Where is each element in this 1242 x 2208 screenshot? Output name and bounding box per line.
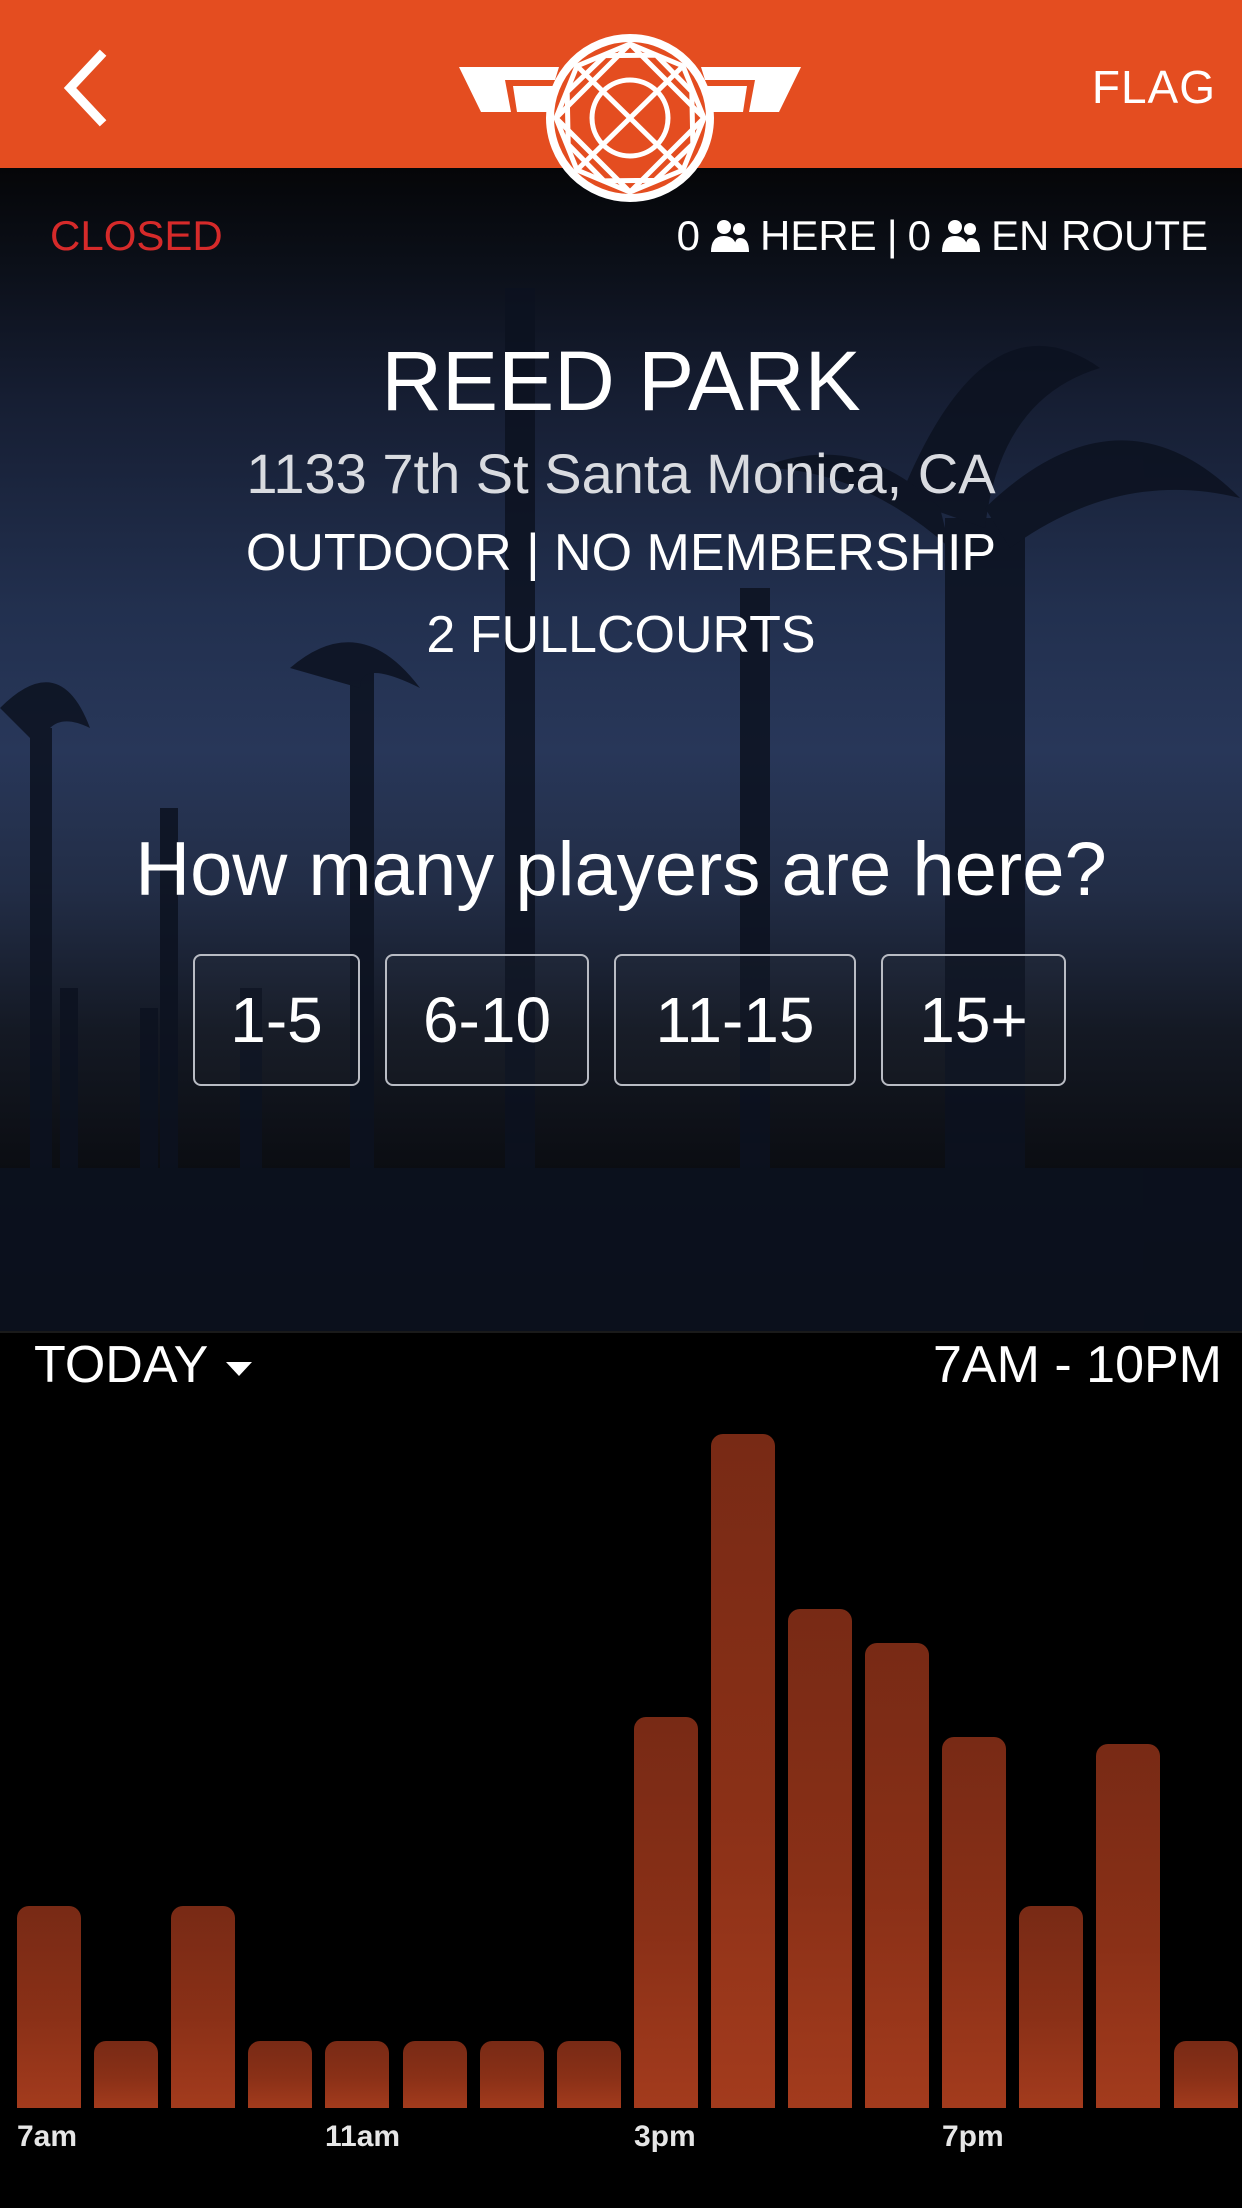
en-route-count: 0 (907, 212, 931, 259)
en-route-label: EN ROUTE (990, 212, 1208, 259)
counts-separator: | (886, 212, 898, 259)
bar-7pm[interactable] (942, 1737, 1006, 2108)
bar-11am[interactable] (325, 2041, 389, 2108)
schedule-header: TODAY 7AM - 10PM (0, 1335, 1242, 1415)
bar-10pm[interactable] (1174, 2041, 1238, 2108)
here-label: HERE (760, 212, 877, 259)
chevron-left-icon (63, 49, 107, 127)
busy-hours-chart: 7am 11am 3pm 7pm (0, 1420, 1242, 2208)
player-option-15-plus[interactable]: 15+ (881, 954, 1066, 1086)
people-icon (941, 220, 980, 252)
bar-9pm[interactable] (1096, 1744, 1160, 2108)
park-type: OUTDOOR | NO MEMBERSHIP (245, 524, 997, 582)
bar-2pm[interactable] (557, 2041, 621, 2108)
basketball-hoop-logo-icon (459, 34, 801, 202)
bar-1pm[interactable] (480, 2041, 544, 2108)
here-count: 0 (676, 212, 700, 259)
open-status: CLOSED (50, 212, 223, 259)
player-counts: 0 HERE | 0 EN ROUTE (677, 212, 1208, 260)
park-hero: CLOSED 0 HERE | 0 EN ROUTE REED PARK 113… (0, 168, 1242, 1333)
bar-10am[interactable] (248, 2041, 312, 2108)
player-option-11-15[interactable]: 11-15 (614, 954, 856, 1086)
bar-3pm[interactable] (634, 1717, 698, 2108)
divider (0, 1331, 1242, 1333)
bar-6pm[interactable] (865, 1643, 929, 2108)
player-count-question: How many players are here? (135, 827, 1107, 912)
back-button[interactable] (52, 48, 122, 128)
flag-button[interactable]: FLAG (1092, 60, 1216, 114)
x-tick-label: 7am (17, 2120, 78, 2153)
x-tick-label: 11am (325, 2120, 401, 2153)
bar-8am[interactable] (94, 2041, 158, 2108)
day-dropdown[interactable]: TODAY (34, 1335, 253, 1395)
bar-12pm[interactable] (403, 2041, 467, 2108)
bar-4pm[interactable] (711, 1434, 775, 2108)
bar-9am[interactable] (171, 1906, 235, 2108)
day-dropdown-label: TODAY (34, 1336, 209, 1394)
park-address[interactable]: 1133 7th St Santa Monica, CA (0, 441, 1242, 506)
x-tick-label: 7pm (942, 2120, 1004, 2153)
player-option-1-5[interactable]: 1-5 (193, 954, 360, 1086)
caret-down-icon (226, 1362, 253, 1376)
player-option-6-10[interactable]: 6-10 (385, 954, 589, 1086)
park-courts: 2 FULLCOURTS (426, 606, 816, 664)
hours-range: 7AM - 10PM (933, 1336, 1222, 1394)
bar-5pm[interactable] (788, 1609, 852, 2108)
park-name: REED PARK (381, 334, 861, 428)
bar-8pm[interactable] (1019, 1906, 1083, 2108)
x-tick-label: 3pm (634, 2120, 696, 2153)
bar-7am[interactable] (17, 1906, 81, 2108)
people-icon (711, 220, 749, 252)
